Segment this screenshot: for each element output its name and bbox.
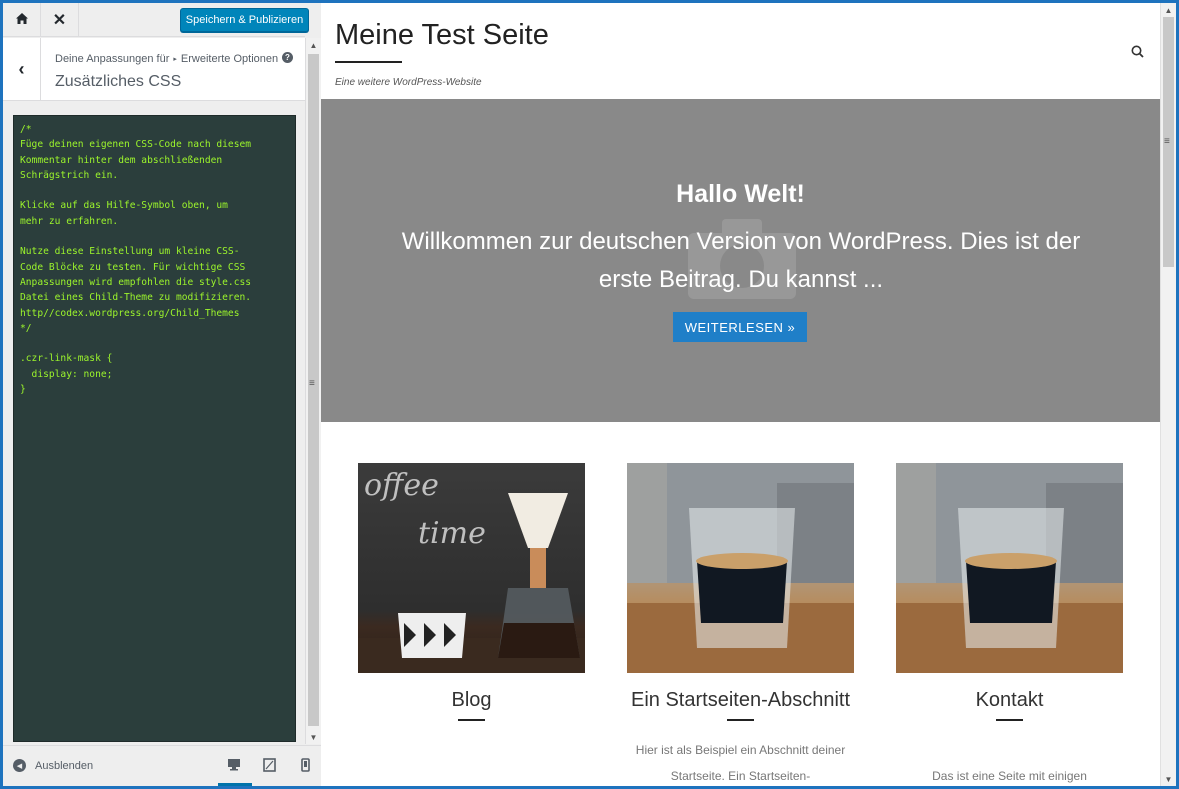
breadcrumb-parent: Erweiterte Optionen (180, 53, 279, 65)
preview-scrollbar[interactable]: ▲ ≡ ▼ (1160, 3, 1176, 786)
help-icon[interactable]: ? (282, 52, 293, 63)
espresso-image[interactable] (627, 463, 854, 673)
save-publish-button[interactable]: Speichern & Publizieren (180, 8, 309, 32)
back-button[interactable]: ‹ (3, 38, 41, 100)
featured-underline (996, 719, 1023, 721)
breadcrumb-root: Deine Anpassungen für (55, 53, 170, 65)
site-preview: Meine Test Seite Eine weitere WordPress-… (321, 3, 1176, 786)
svg-text:time: time (418, 516, 486, 551)
hero-title: Hallo Welt! (676, 180, 805, 208)
scroll-down-icon[interactable]: ▼ (1161, 772, 1176, 786)
tablet-icon (262, 757, 276, 777)
close-icon: ✕ (52, 12, 67, 29)
svg-text:offee: offee (364, 468, 439, 503)
breadcrumb: Deine Anpassungen für ▸ Erweiterte Optione… (55, 53, 278, 65)
sidebar-scrollbar[interactable]: ▲ ≡ ▼ (305, 38, 321, 744)
featured-title[interactable]: Blog (358, 689, 585, 712)
featured-title[interactable]: Ein Startseiten-Abschnitt (627, 689, 854, 712)
featured-underline (458, 719, 485, 721)
site-tagline: Eine weitere WordPress-Website (335, 77, 482, 88)
home-button[interactable] (3, 3, 41, 37)
scroll-up-icon[interactable]: ▲ (1161, 3, 1176, 17)
site-header: Meine Test Seite Eine weitere WordPress-… (321, 3, 1160, 99)
scroll-grip-icon: ≡ (1164, 136, 1170, 147)
close-button[interactable]: ✕ (41, 3, 79, 37)
customizer-window: ✕ Speichern & Publizieren ‹ Deine Anpass… (3, 3, 1176, 786)
scrollbar-thumb[interactable] (308, 54, 319, 726)
customizer-sidebar: ✕ Speichern & Publizieren ‹ Deine Anpass… (3, 3, 321, 786)
chevron-left-icon: ‹ (18, 58, 25, 79)
featured-page-blog[interactable]: offee time Blog (358, 463, 585, 737)
featured-page-section[interactable]: Ein Startseiten-Abschnitt Hier ist als B… (627, 463, 854, 786)
scroll-up-icon[interactable]: ▲ (306, 38, 321, 52)
collapse-label: Ausblenden (35, 759, 94, 772)
featured-title[interactable]: Kontakt (896, 689, 1123, 712)
search-icon[interactable] (1131, 45, 1144, 63)
site-title[interactable]: Meine Test Seite (335, 19, 549, 52)
featured-text: Das ist eine Seite mit einigen (932, 769, 1087, 783)
css-code-editor[interactable]: /* Füge deinen eigenen CSS-Code nach die… (13, 115, 296, 742)
espresso-image[interactable] (896, 463, 1123, 673)
mobile-icon (300, 757, 310, 777)
collapse-icon: ◀ (13, 759, 26, 772)
mobile-preview-button[interactable] (295, 757, 315, 777)
desktop-preview-button[interactable] (218, 757, 252, 786)
title-underline (335, 61, 402, 63)
section-header: ‹ Deine Anpassungen für ▸ Erweiterte Optio… (3, 38, 305, 101)
collapse-sidebar-button[interactable]: ◀ Ausblenden (13, 759, 93, 772)
hero-text: Willkommen zur deutschen Version von Wor… (401, 228, 1081, 293)
hero-slider: Hallo Welt! Willkommen zur deutschen Ver… (321, 99, 1160, 422)
read-more-button[interactable]: WEITERLESEN » (673, 312, 807, 342)
scroll-grip-icon: ≡ (309, 378, 315, 389)
featured-underline (727, 719, 754, 721)
featured-page-contact[interactable]: Kontakt Das ist eine Seite mit einigen (896, 463, 1123, 786)
scroll-down-icon[interactable]: ▼ (306, 730, 321, 744)
section-title: Zusätzliches CSS (55, 73, 182, 90)
desktop-icon (227, 758, 241, 776)
featured-text: Hier ist als Beispiel ein Abschnitt dein… (635, 743, 846, 783)
customizer-footer: ◀ Ausblenden (3, 745, 321, 786)
css-code[interactable]: /* Füge deinen eigenen CSS-Code nach die… (14, 116, 295, 397)
tablet-preview-button[interactable] (259, 757, 279, 777)
coffee-time-image[interactable]: offee time (358, 463, 585, 673)
home-icon (15, 12, 29, 29)
breadcrumb-separator-icon: ▸ (173, 56, 177, 63)
